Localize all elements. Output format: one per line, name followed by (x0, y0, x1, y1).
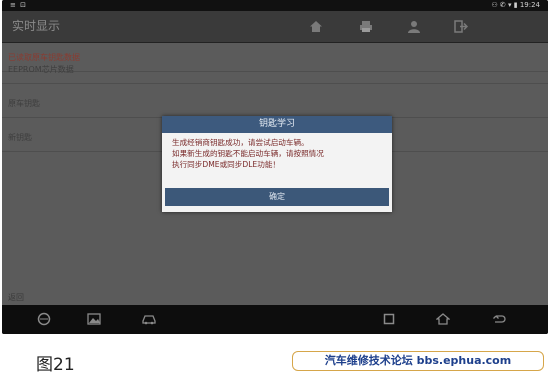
key-learning-dialog: 钥匙学习 生成经销商钥匙成功，请尝试启动车辆。 如果新生成的钥匙不能启动车辆，请… (162, 116, 392, 212)
ok-button[interactable]: 确定 (165, 188, 389, 206)
print-icon[interactable] (357, 17, 375, 35)
home-nav-icon[interactable] (434, 311, 452, 327)
list-item-label: 新钥匙 (8, 133, 32, 142)
back-icon[interactable] (490, 311, 508, 327)
browser-icon[interactable] (35, 311, 53, 327)
dialog-message-line: 如果新生成的钥匙不能启动车辆，请按照情况 (172, 149, 324, 158)
status-right: ⚇ ✆ ▾ ▮ 19:24 (491, 1, 540, 9)
list-item[interactable]: 原车钥匙 (2, 89, 548, 118)
app-bar: 实时显示 (2, 11, 548, 43)
user-icon[interactable] (405, 17, 423, 35)
nav-bar (2, 305, 548, 334)
page-title: 实时显示 (12, 19, 61, 33)
status-bar: ≡ ⊡ ⚇ ✆ ▾ ▮ 19:24 (2, 0, 548, 11)
dialog-message-line: 执行同步DME或同步DLE功能！ (172, 160, 281, 169)
forum-watermark: 汽车维修技术论坛 bbs.ephua.com (292, 351, 544, 371)
dialog-message: 生成经销商钥匙成功，请尝试启动车辆。 如果新生成的钥匙不能启动车辆，请按照情况 … (162, 133, 392, 170)
list-item[interactable]: EEPROM芯片数据 (2, 55, 548, 84)
list-item-label: 原车钥匙 (8, 99, 40, 108)
dialog-message-line: 生成经销商钥匙成功，请尝试启动车辆。 (172, 138, 309, 147)
car-icon[interactable] (140, 311, 158, 327)
figure-caption: 图21 (36, 355, 75, 375)
status-left: ≡ ⊡ (10, 1, 27, 9)
back-label[interactable]: 返回 (8, 292, 24, 303)
recents-icon[interactable] (380, 311, 398, 327)
dialog-title: 钥匙学习 (162, 116, 392, 133)
home-icon[interactable] (307, 17, 325, 35)
exit-icon[interactable] (452, 17, 470, 35)
list-item-label: EEPROM芯片数据 (8, 65, 74, 74)
tablet-screen: ≡ ⊡ ⚇ ✆ ▾ ▮ 19:24 实时显示 已读取原车钥匙数据 EEPROM芯… (2, 0, 548, 334)
gallery-icon[interactable] (85, 311, 103, 327)
